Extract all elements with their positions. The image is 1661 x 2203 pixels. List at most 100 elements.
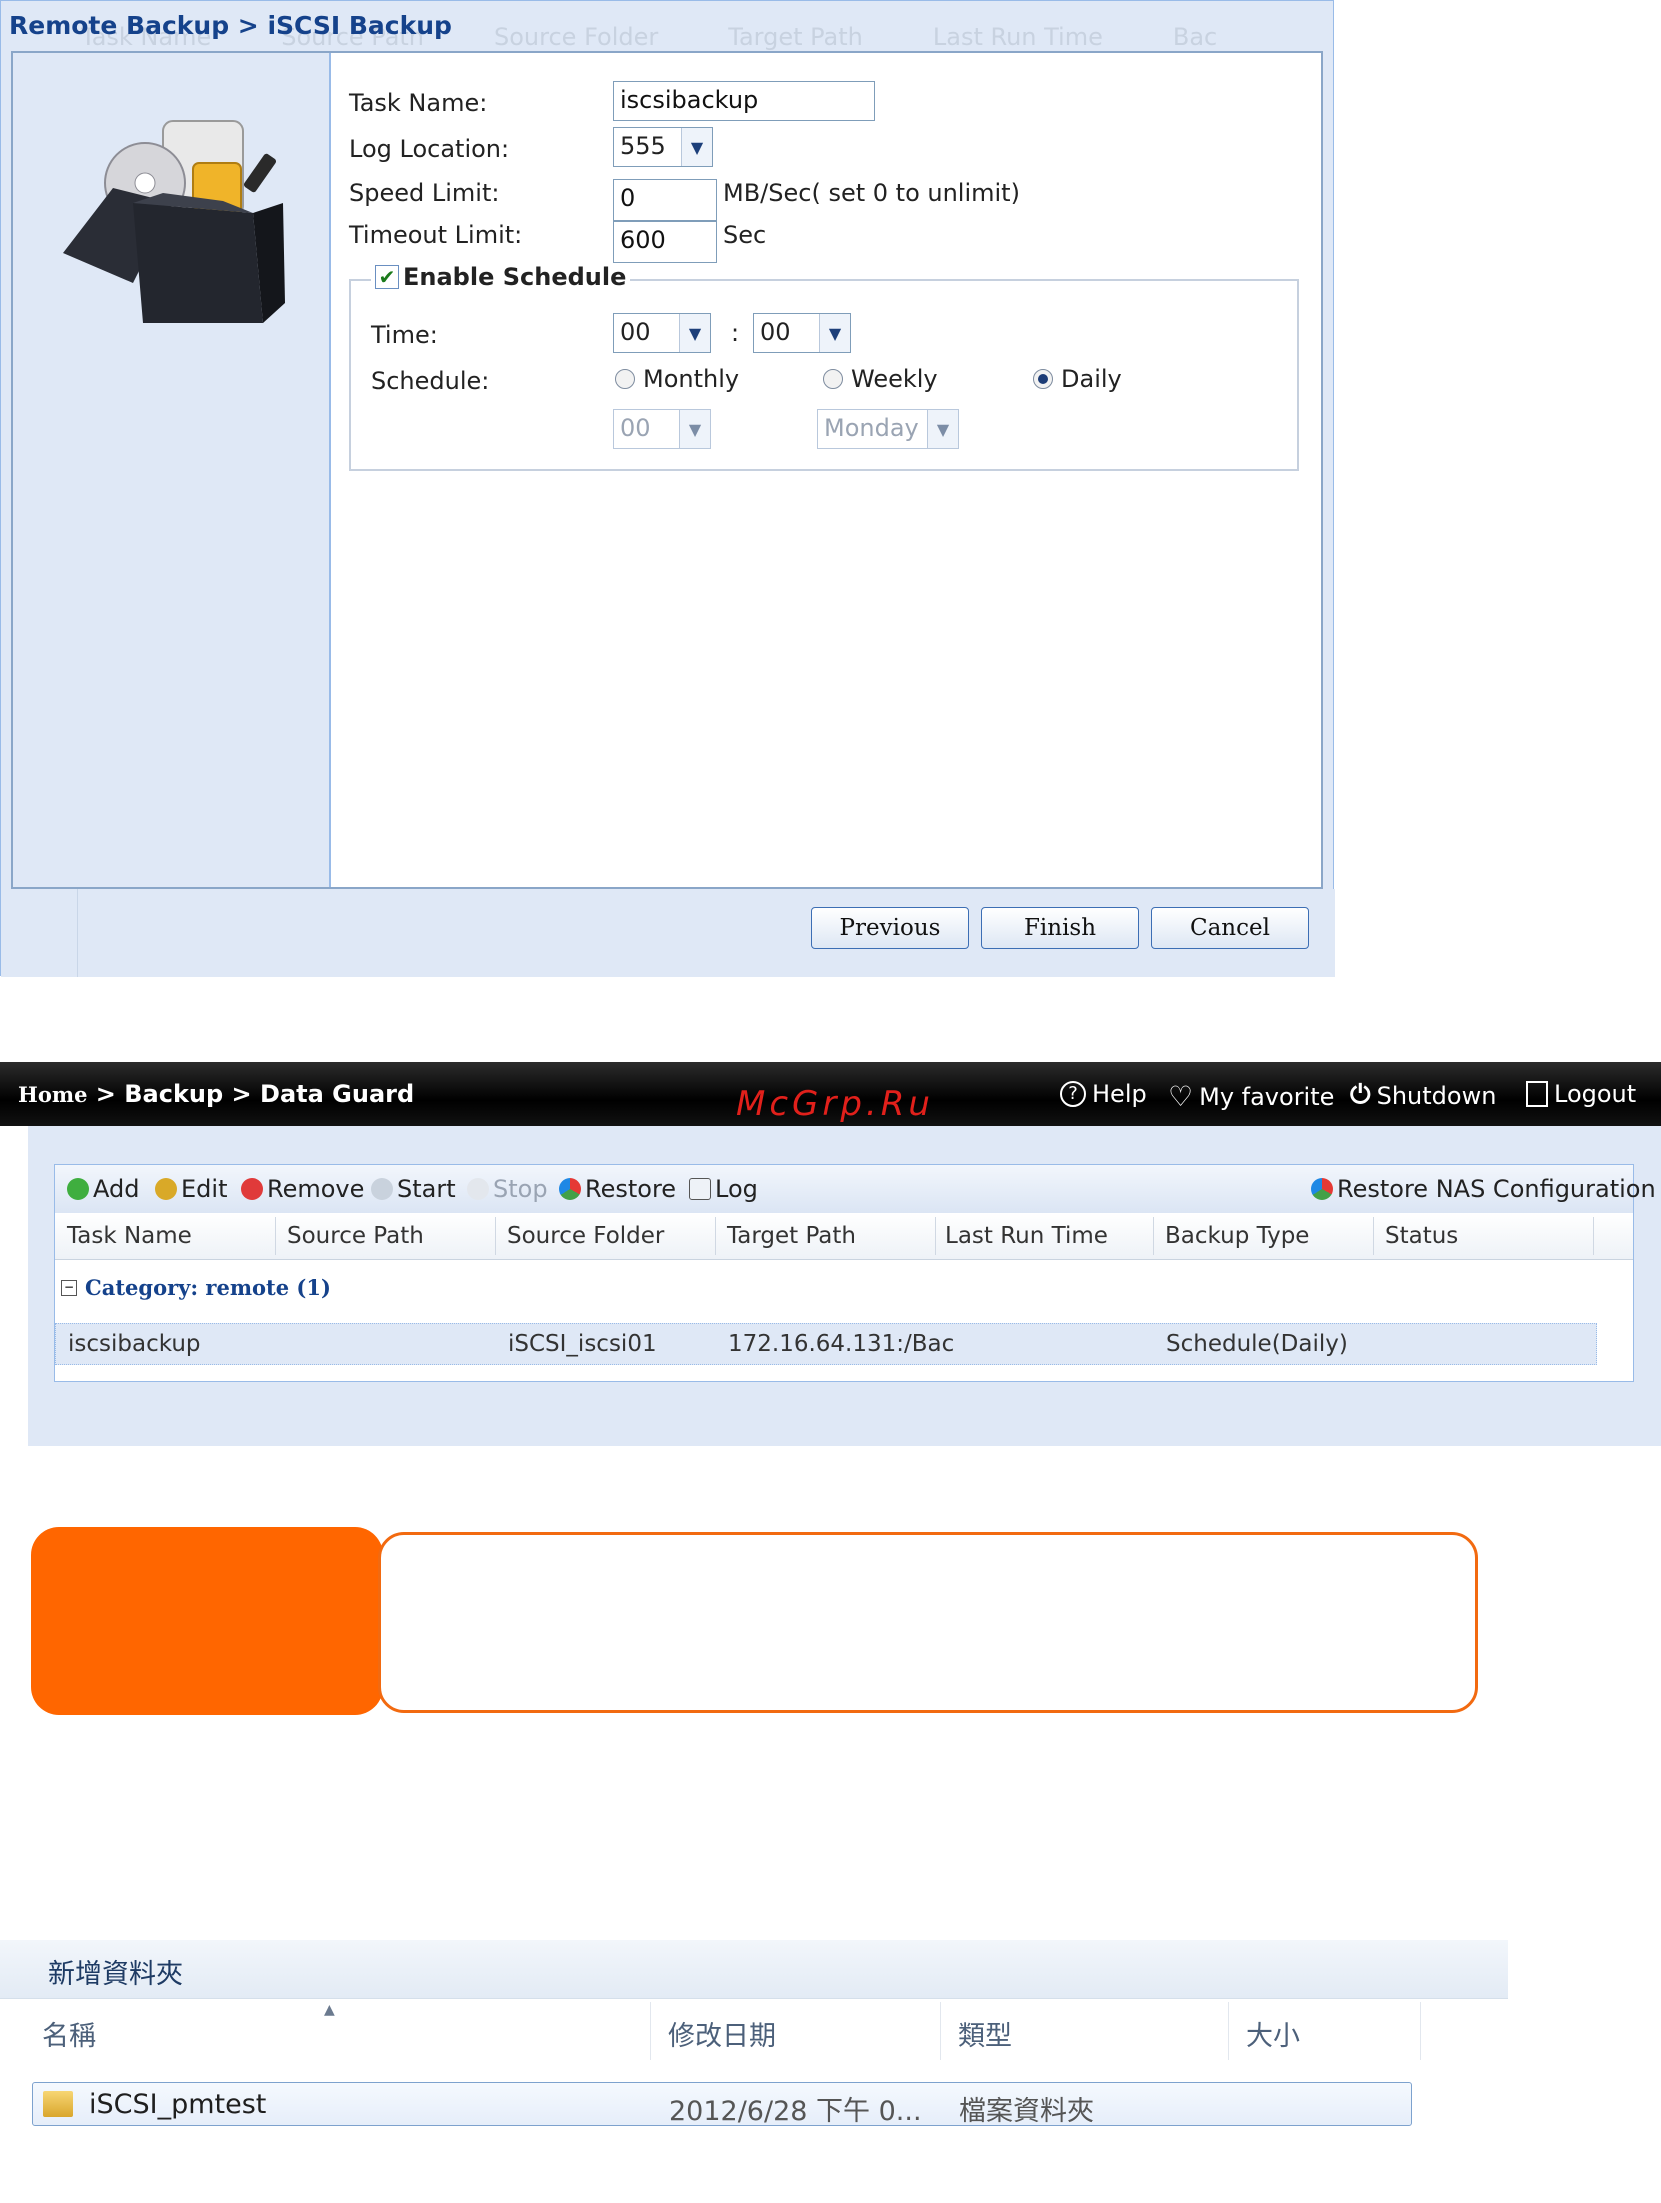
monthly-day-value: 00 xyxy=(620,414,651,442)
speed-limit-input[interactable]: 0 xyxy=(613,179,717,221)
radio-dot-selected xyxy=(1033,369,1053,389)
col-sep xyxy=(495,1217,496,1255)
wizard-image-pane xyxy=(13,53,331,887)
col-sep xyxy=(1228,2002,1229,2060)
log-location-select[interactable]: 555 ▼ xyxy=(613,127,713,167)
cancel-button[interactable]: Cancel xyxy=(1151,907,1309,949)
time-separator: : xyxy=(731,319,740,347)
favorite-menu[interactable]: ♡ My favorite xyxy=(1168,1080,1334,1113)
chevron-down-icon[interactable]: ▼ xyxy=(681,128,712,166)
col-source-path[interactable]: Source Path xyxy=(287,1223,424,1249)
time-label: Time: xyxy=(371,321,438,349)
col-backup-type[interactable]: Backup Type xyxy=(1165,1223,1309,1249)
restore-label: Restore xyxy=(585,1175,677,1203)
add-label: Add xyxy=(93,1175,140,1203)
remove-button[interactable]: Remove xyxy=(241,1175,364,1203)
file-modified: 2012/6/28 下午 0... xyxy=(669,2096,922,2127)
col-task-name[interactable]: Task Name xyxy=(67,1223,192,1249)
col-sep xyxy=(1153,1217,1154,1255)
category-group-header[interactable]: − Category: remote (1) xyxy=(61,1275,331,1300)
help-menu[interactable]: ? Help xyxy=(1060,1080,1147,1108)
cell-backup-type: Schedule(Daily) xyxy=(1166,1331,1348,1357)
schedule-weekly-radio[interactable]: Weekly xyxy=(823,365,938,393)
footer-divider xyxy=(77,889,78,977)
col-type[interactable]: 類型 xyxy=(958,2014,1012,2053)
table-row[interactable]: iscsibackup iSCSI_iscsi01 172.16.64.131:… xyxy=(55,1323,1597,1365)
schedule-daily-radio[interactable]: Daily xyxy=(1033,365,1122,393)
previous-button[interactable]: Previous xyxy=(811,907,969,949)
logout-menu[interactable]: Logout xyxy=(1526,1080,1636,1108)
chevron-down-icon[interactable]: ▼ xyxy=(819,314,850,352)
add-button[interactable]: Add xyxy=(67,1175,139,1203)
minute-select[interactable]: 00 ▼ xyxy=(753,313,851,353)
power-icon: ⏻ xyxy=(1350,1080,1371,1110)
col-status[interactable]: Status xyxy=(1385,1223,1458,1249)
restore-nas-config-button[interactable]: Restore NAS Configuration xyxy=(1311,1175,1656,1203)
timeout-unit: Sec xyxy=(723,221,767,249)
file-name: iSCSI_pmtest xyxy=(89,2089,267,2120)
add-icon xyxy=(67,1178,89,1200)
ghost-col: Last Run Time xyxy=(932,23,1103,51)
col-source-folder[interactable]: Source Folder xyxy=(507,1223,664,1249)
folder-icon xyxy=(43,2091,73,2117)
restore-button[interactable]: Restore xyxy=(559,1175,676,1203)
new-folder-button[interactable]: 新增資料夾 xyxy=(48,1952,183,1991)
hour-select[interactable]: 00 ▼ xyxy=(613,313,711,353)
chevron-down-icon[interactable]: ▼ xyxy=(679,410,710,448)
log-icon xyxy=(689,1178,711,1200)
chevron-down-icon[interactable]: ▼ xyxy=(679,314,710,352)
col-name[interactable]: 名稱 xyxy=(42,2014,96,2053)
ghost-col: Source Folder xyxy=(494,23,659,51)
schedule-monthly-radio[interactable]: Monthly xyxy=(615,365,739,393)
ghost-col: Bac xyxy=(1172,23,1218,51)
stop-icon xyxy=(467,1178,489,1200)
heart-icon: ♡ xyxy=(1168,1080,1194,1113)
breadcrumb-path: > Backup > Data Guard xyxy=(87,1080,415,1108)
help-label: Help xyxy=(1092,1080,1147,1108)
monthly-label: Monthly xyxy=(643,365,740,393)
watermark: McGrp.Ru xyxy=(736,1084,934,1124)
enable-schedule-checkbox[interactable]: ✔ xyxy=(375,265,399,289)
shutdown-menu[interactable]: ⏻ Shutdown xyxy=(1350,1080,1496,1111)
col-last-run-time[interactable]: Last Run Time xyxy=(945,1223,1108,1249)
col-sep xyxy=(1420,2002,1421,2060)
stop-button[interactable]: Stop xyxy=(467,1175,548,1203)
col-size[interactable]: 大小 xyxy=(1246,2014,1300,2053)
monthly-day-select[interactable]: 00 ▼ xyxy=(613,409,711,449)
start-button[interactable]: Start xyxy=(371,1175,456,1203)
backup-box-illustration xyxy=(63,120,285,323)
daily-label: Daily xyxy=(1061,365,1122,393)
breadcrumb-home-link[interactable]: Home xyxy=(18,1082,87,1107)
radio-dot xyxy=(615,369,635,389)
finish-button[interactable]: Finish xyxy=(981,907,1139,949)
col-sep xyxy=(650,2002,651,2060)
log-button[interactable]: Log xyxy=(689,1175,758,1203)
note-box xyxy=(378,1532,1478,1713)
chevron-down-icon[interactable]: ▼ xyxy=(927,410,958,448)
log-label: Log xyxy=(715,1175,758,1203)
file-row[interactable]: iSCSI_pmtest 2012/6/28 下午 0... 檔案資料夾 xyxy=(32,2082,1412,2127)
hour-value: 00 xyxy=(620,318,651,346)
logout-icon xyxy=(1526,1081,1548,1107)
enable-schedule-legend: ✔ Enable Schedule xyxy=(371,263,631,291)
collapse-icon[interactable]: − xyxy=(61,1279,77,1296)
play-icon xyxy=(371,1178,393,1200)
col-sep xyxy=(1373,1217,1374,1255)
col-target-path[interactable]: Target Path xyxy=(727,1223,856,1249)
explorer-command-bar: 新增資料夾 xyxy=(0,1940,1508,1999)
gear-icon xyxy=(155,1178,177,1200)
log-location-label: Log Location: xyxy=(349,135,510,163)
remove-label: Remove xyxy=(267,1175,365,1203)
enable-schedule-label: Enable Schedule xyxy=(403,263,627,291)
timeout-limit-input[interactable]: 600 xyxy=(613,221,717,263)
schedule-label: Schedule: xyxy=(371,367,490,395)
restore-icon xyxy=(1311,1178,1333,1200)
edit-button[interactable]: Edit xyxy=(155,1175,227,1203)
col-modified[interactable]: 修改日期 xyxy=(668,2014,776,2053)
col-sep xyxy=(275,1217,276,1255)
task-name-input[interactable]: iscsibackup xyxy=(613,81,875,121)
shutdown-label: Shutdown xyxy=(1376,1081,1497,1110)
top-bar: Home > Backup > Data Guard McGrp.Ru ? He… xyxy=(0,1062,1661,1126)
weekly-day-select[interactable]: Monday ▼ xyxy=(817,409,959,449)
col-sep xyxy=(940,2002,941,2060)
